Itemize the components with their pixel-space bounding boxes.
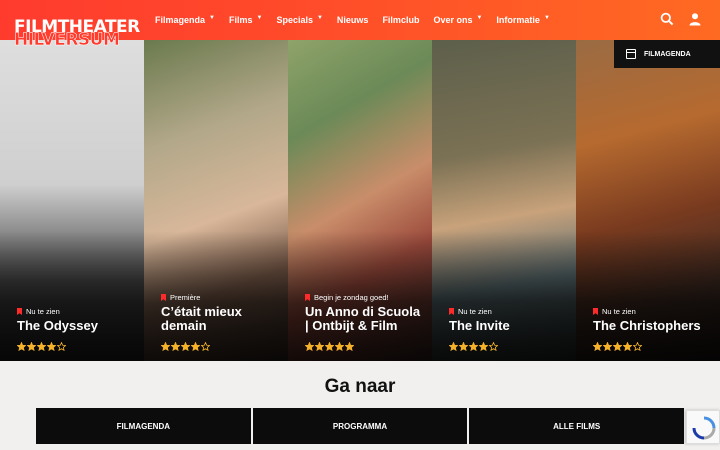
film-caption: Nu te zien The Odyssey — [17, 307, 136, 333]
status-label: Begin je zondag goed! — [314, 293, 389, 302]
nav-item-filmagenda[interactable]: Filmagenda ▼ — [155, 15, 215, 25]
star-filled-icon — [325, 342, 334, 351]
nav-item-films[interactable]: Films ▼ — [229, 15, 262, 25]
site-header: FILMTHEATER HILVERSUM Filmagenda ▼ Films ▼… — [0, 0, 720, 49]
status-label: Nu te zien — [458, 307, 492, 316]
nav-label: Filmagenda — [155, 15, 206, 25]
nav-label: Films — [228, 15, 253, 25]
star-rating — [305, 342, 354, 351]
star-filled-icon — [305, 342, 314, 351]
star-empty-icon — [57, 342, 66, 351]
caret-down-icon: ▼ — [316, 15, 323, 21]
nav-item-nieuws[interactable]: Nieuws — [337, 15, 369, 25]
star-filled-icon — [459, 342, 468, 351]
filmagenda-button[interactable]: FILMAGENDA — [36, 408, 251, 444]
star-filled-icon — [181, 342, 190, 351]
star-rating — [161, 342, 210, 351]
nav-item-informatie[interactable]: Informatie ▼ — [496, 15, 549, 25]
calendar-icon — [626, 49, 636, 59]
header-icons — [660, 12, 702, 26]
film-title: C’était mieux demain — [161, 304, 242, 333]
recaptcha-icon — [692, 416, 716, 440]
nav-label: Specials — [276, 15, 313, 25]
film-card[interactable]: Nu te zien The Invite — [432, 40, 576, 361]
star-filled-icon — [47, 342, 56, 351]
nav-label: Over ons — [433, 15, 473, 25]
caret-down-icon: ▼ — [543, 15, 550, 21]
programma-button[interactable]: PROGRAMMA — [252, 408, 468, 444]
star-filled-icon — [17, 342, 26, 351]
star-filled-icon — [161, 342, 170, 351]
nav-item-over-ons[interactable]: Over ons ▼ — [433, 15, 482, 25]
film-card[interactable]: Begin je zondag goed! Un Anno di Scuola … — [288, 40, 432, 361]
star-rating — [593, 342, 642, 351]
nav-label: Nieuws — [336, 15, 369, 25]
star-filled-icon — [603, 342, 612, 351]
goto-section: Ga naar FILMAGENDA PROGRAMMA ALLE FILMS — [0, 361, 720, 450]
star-empty-icon — [201, 342, 210, 351]
star-filled-icon — [613, 342, 622, 351]
status-badge: Nu te zien — [17, 307, 136, 316]
star-empty-icon — [489, 342, 498, 351]
star-filled-icon — [27, 342, 36, 351]
film-title: The Invite — [449, 318, 510, 333]
status-label: Nu te zien — [602, 307, 636, 316]
film-caption: Nu te zien The Christophers — [593, 307, 712, 333]
status-badge: Begin je zondag goed! — [305, 293, 424, 302]
site-logo[interactable]: FILMTHEATER HILVERSUM — [14, 19, 141, 49]
status-label: Première — [170, 293, 201, 302]
film-title: Un Anno di Scuola | Ontbijt & Film — [305, 304, 421, 333]
film-caption: Begin je zondag goed! Un Anno di Scuola … — [305, 293, 424, 333]
film-caption: Nu te zien The Invite — [449, 307, 568, 333]
status-badge: Nu te zien — [593, 307, 712, 316]
caret-down-icon: ▼ — [476, 15, 483, 21]
search-icon[interactable] — [660, 12, 674, 26]
bookmark-icon — [593, 308, 598, 315]
film-card[interactable]: Nu te zien The Christophers — [576, 40, 720, 361]
main-nav: Filmagenda ▼ Films ▼ Specials ▼ Nieuws Film… — [155, 0, 564, 40]
film-title: The Christophers — [593, 318, 701, 333]
star-filled-icon — [469, 342, 478, 351]
star-filled-icon — [345, 342, 354, 351]
star-filled-icon — [315, 342, 324, 351]
film-card[interactable]: Première C’était mieux demain — [144, 40, 288, 361]
film-card[interactable]: Nu te zien The Odyssey — [0, 40, 144, 361]
star-filled-icon — [623, 342, 632, 351]
recaptcha-badge[interactable] — [686, 410, 720, 444]
goto-heading: Ga naar — [324, 376, 396, 397]
star-rating — [449, 342, 498, 351]
nav-label: Informatie — [496, 15, 540, 25]
star-filled-icon — [37, 342, 46, 351]
star-filled-icon — [479, 342, 488, 351]
alle-films-button[interactable]: ALLE FILMS — [469, 408, 685, 444]
star-filled-icon — [449, 342, 458, 351]
star-empty-icon — [633, 342, 642, 351]
bookmark-icon — [161, 294, 166, 301]
status-badge: Première — [161, 293, 280, 302]
user-icon[interactable] — [688, 12, 702, 26]
caret-down-icon: ▼ — [256, 15, 263, 21]
filmagenda-tab[interactable]: FILMAGENDA — [614, 40, 720, 68]
bookmark-icon — [449, 308, 454, 315]
status-label: Nu te zien — [26, 307, 60, 316]
bookmark-icon — [17, 308, 22, 315]
filmagenda-tab-label: FILMAGENDA — [644, 50, 691, 58]
status-badge: Nu te zien — [449, 307, 568, 316]
featured-films: Nu te zien The Odyssey Première C’était … — [0, 40, 720, 361]
star-filled-icon — [593, 342, 602, 351]
goto-buttons: FILMAGENDA PROGRAMMA ALLE FILMS — [36, 408, 685, 444]
star-rating — [17, 342, 66, 351]
film-title: The Odyssey — [17, 318, 98, 333]
film-caption: Première C’était mieux demain — [161, 293, 280, 333]
star-filled-icon — [191, 342, 200, 351]
bookmark-icon — [305, 294, 310, 301]
nav-item-specials[interactable]: Specials ▼ — [276, 15, 322, 25]
nav-item-filmclub[interactable]: Filmclub — [382, 15, 419, 25]
caret-down-icon: ▼ — [209, 15, 215, 21]
nav-label: Filmclub — [382, 15, 420, 25]
star-filled-icon — [171, 342, 180, 351]
star-filled-icon — [335, 342, 344, 351]
